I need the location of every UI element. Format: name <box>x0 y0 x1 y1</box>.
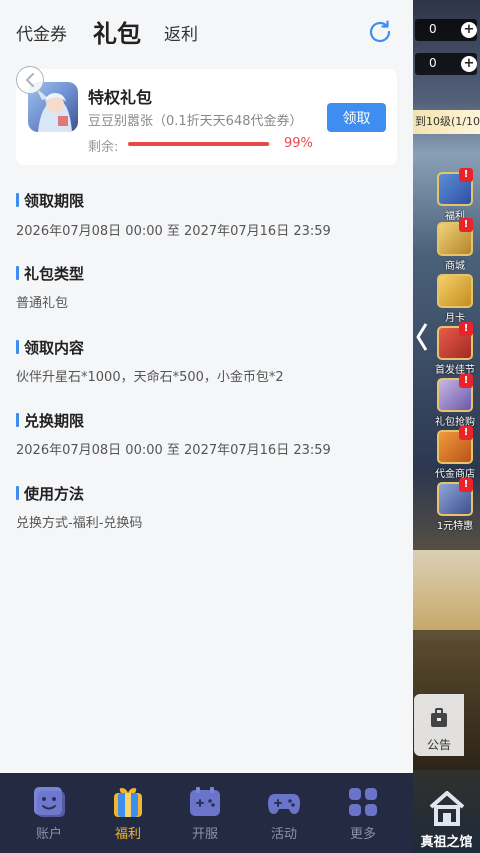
alert-badge: ! <box>459 218 473 232</box>
game-scene-panel <box>413 550 480 630</box>
section-body-pack-type: 普通礼包 <box>16 296 69 311</box>
grid-more-icon <box>349 788 377 816</box>
back-button[interactable] <box>16 66 44 94</box>
briefcase-icon <box>431 708 447 727</box>
home-icon <box>429 791 465 826</box>
game-menu-label: 首发佳节 <box>435 365 475 376</box>
alert-badge: ! <box>459 374 473 388</box>
nav-server-open-label: 开服 <box>191 827 218 842</box>
collapse-arrow-icon[interactable] <box>415 322 429 352</box>
nav-welfare-label: 福利 <box>114 827 141 842</box>
remaining-label: 剩余: <box>88 140 119 155</box>
account-icon <box>34 787 65 817</box>
remaining-progress-bar <box>128 142 270 146</box>
nav-more[interactable]: 更多 <box>322 773 404 853</box>
chevron-left-icon <box>26 73 34 87</box>
game-menu-welfare[interactable]: ! 福利 <box>435 168 475 224</box>
alert-badge: ! <box>459 322 473 336</box>
tab-rebate[interactable]: 返利 <box>164 20 198 45</box>
section-title-pack-type: 礼包类型 <box>16 263 84 284</box>
game-menu-label: 礼包抢购 <box>435 417 475 428</box>
claim-button[interactable]: 领取 <box>327 103 386 132</box>
alert-badge: ! <box>459 168 473 182</box>
game-menu-one-yuan-deal[interactable]: ! 1元特惠 <box>435 478 475 534</box>
game-menu-gift-rush[interactable]: ! 礼包抢购 <box>435 374 475 430</box>
resource-bar: 0 + <box>415 19 477 41</box>
section-body-contents: 伙伴升星石*1000，天命石*500，小金币包*2 <box>16 370 284 385</box>
server-open-icon <box>190 787 220 816</box>
nav-welfare[interactable]: 福利 <box>87 773 169 853</box>
home-label: 真祖之馆 <box>420 835 473 850</box>
gift-title: 特权礼包 <box>88 88 153 107</box>
alert-badge: ! <box>459 426 473 440</box>
section-body-redeem-period: 2026年07月08日 00:00 至 2027年07月16日 23:59 <box>16 443 331 458</box>
section-title-usage: 使用方法 <box>16 483 84 504</box>
section-body-claim-period: 2026年07月08日 00:00 至 2027年07月16日 23:59 <box>16 224 331 239</box>
game-menu-month-card[interactable]: 月卡 <box>435 274 475 326</box>
notice-button[interactable]: 公告 <box>414 694 464 756</box>
resource-bar: 0 + <box>415 53 477 75</box>
level-progress-text: 到10级(1/10) <box>413 110 480 134</box>
section-title-contents: 领取内容 <box>16 337 84 358</box>
gift-description: 豆豆别嚣张（0.1折天天648代金券） <box>88 114 303 129</box>
tab-bar: 代金券 礼包 返利 <box>0 0 413 60</box>
section-title-redeem-period: 兑换期限 <box>16 410 84 431</box>
sdk-panel: 代金券 礼包 返利 特权礼包 豆豆别嚣张（0.1折天天648代金券） 剩余: 9… <box>0 0 413 773</box>
home-button[interactable]: 真祖之馆 <box>413 773 480 853</box>
nav-activity-label: 活动 <box>270 827 297 842</box>
game-menu-label: 1元特惠 <box>436 521 474 532</box>
game-menu-voucher-shop[interactable]: ! 代金商店 <box>435 426 475 482</box>
remaining-percent: 99% <box>284 136 313 151</box>
add-resource-button[interactable]: + <box>461 56 477 72</box>
notice-label: 公告 <box>426 738 451 752</box>
gamepad-icon <box>268 794 300 814</box>
nav-more-label: 更多 <box>349 827 376 842</box>
resource-value: 0 <box>429 56 437 70</box>
game-menu-label: 代金商店 <box>435 469 475 480</box>
refresh-icon[interactable] <box>366 18 394 46</box>
add-resource-button[interactable]: + <box>461 22 477 38</box>
bottom-nav: 账户 福利 开服 活动 更多 <box>0 773 413 853</box>
section-body-usage: 兑换方式-福利-兑换码 <box>16 516 143 531</box>
nav-server-open[interactable]: 开服 <box>164 773 246 853</box>
nav-account[interactable]: 账户 <box>8 773 90 853</box>
gift-icon <box>114 788 142 817</box>
nav-activity[interactable]: 活动 <box>243 773 325 853</box>
tab-voucher[interactable]: 代金券 <box>16 20 67 45</box>
game-menu-shop[interactable]: ! 商城 <box>435 218 475 274</box>
game-menu-label: 月卡 <box>445 313 465 324</box>
alert-badge: ! <box>459 478 473 492</box>
game-menu-label: 商城 <box>445 261 465 272</box>
remaining-progress-fill <box>128 142 269 146</box>
game-menu-festival[interactable]: ! 首发佳节 <box>435 322 475 378</box>
resource-value: 0 <box>429 22 437 36</box>
section-title-claim-period: 领取期限 <box>16 190 84 211</box>
nav-account-label: 账户 <box>35 827 62 842</box>
tab-gift-pack[interactable]: 礼包 <box>93 14 141 49</box>
month-card-icon <box>437 274 473 308</box>
